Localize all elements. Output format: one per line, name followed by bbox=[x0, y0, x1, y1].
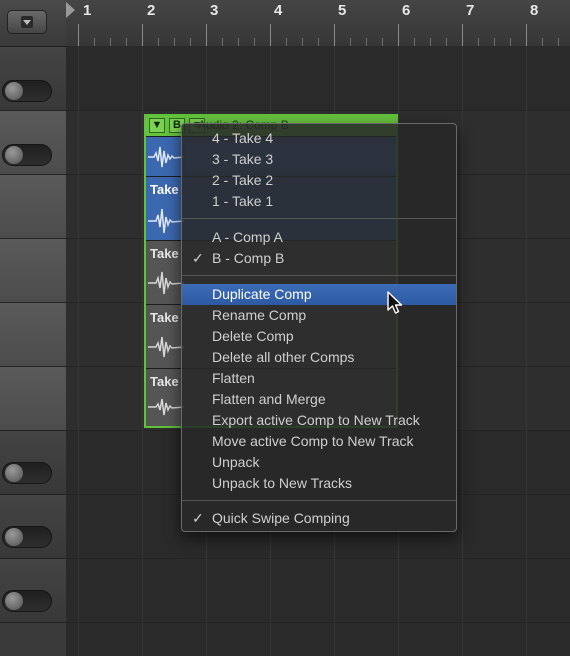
menu-item-duplicate-comp[interactable]: Duplicate Comp bbox=[182, 284, 456, 305]
bar-gridline bbox=[462, 46, 463, 656]
track-on-off-toggle[interactable] bbox=[2, 144, 52, 166]
track-on-off-toggle[interactable] bbox=[2, 590, 52, 612]
ruler-ticks bbox=[78, 24, 559, 46]
bar-gridline bbox=[526, 46, 527, 656]
take-lane-header-3 bbox=[0, 303, 66, 367]
toggle-knob bbox=[5, 592, 23, 610]
take-label: Take bbox=[150, 246, 179, 261]
menu-item-label: Delete Comp bbox=[212, 328, 294, 344]
bar-gridline bbox=[142, 46, 143, 656]
track-header-1[interactable] bbox=[0, 47, 66, 111]
menu-item-label: 4 - Take 4 bbox=[212, 130, 274, 146]
menu-item-label: B - Comp B bbox=[212, 250, 285, 266]
menu-item-unpack[interactable]: Unpack bbox=[182, 452, 456, 473]
audio-waveform bbox=[148, 208, 184, 234]
menu-item-take-1[interactable]: 1 - Take 1 bbox=[182, 191, 456, 212]
dropdown-arrow-icon bbox=[21, 16, 33, 28]
checkmark-icon: ✓ bbox=[192, 250, 204, 266]
menu-item-label: Quick Swipe Comping bbox=[212, 510, 350, 526]
take-label: Take bbox=[150, 182, 179, 197]
mouse-pointer-icon bbox=[387, 291, 403, 314]
logic-arrange-window: 1 2 3 4 5 6 7 8 ▼ B Take Take Take Take … bbox=[0, 0, 570, 656]
menu-item-take-4[interactable]: 4 - Take 4 bbox=[182, 128, 456, 149]
menu-item-label: 1 - Take 1 bbox=[212, 193, 274, 209]
menu-item-move-comp[interactable]: Move active Comp to New Track bbox=[182, 431, 456, 452]
track-on-off-toggle[interactable] bbox=[2, 526, 52, 548]
menu-item-comp-b[interactable]: ✓ B - Comp B bbox=[182, 248, 456, 269]
menu-item-label: Delete all other Comps bbox=[212, 349, 355, 365]
menu-item-comp-a[interactable]: A - Comp A bbox=[182, 227, 456, 248]
track-header-3[interactable] bbox=[0, 431, 66, 495]
take-lane-header-2 bbox=[0, 239, 66, 303]
toggle-knob bbox=[5, 528, 23, 546]
menu-item-label: Unpack bbox=[212, 454, 260, 470]
menu-separator bbox=[182, 218, 456, 219]
menu-item-take-2[interactable]: 2 - Take 2 bbox=[182, 170, 456, 191]
bar-gridline bbox=[78, 46, 79, 656]
track-header-column bbox=[0, 0, 67, 656]
track-header-5[interactable] bbox=[0, 559, 66, 623]
disclosure-triangle-icon[interactable]: ▼ bbox=[149, 118, 165, 133]
track-list-corner bbox=[0, 0, 66, 47]
menu-item-unpack-new-tracks[interactable]: Unpack to New Tracks bbox=[182, 473, 456, 494]
menu-item-quick-swipe-comping[interactable]: ✓ Quick Swipe Comping bbox=[182, 508, 456, 529]
track-header-2[interactable] bbox=[0, 111, 66, 175]
audio-waveform bbox=[148, 398, 184, 416]
take-lane-header-1 bbox=[0, 175, 66, 239]
menu-item-export-comp[interactable]: Export active Comp to New Track bbox=[182, 410, 456, 431]
menu-item-label: A - Comp A bbox=[212, 229, 283, 245]
menu-item-label: 2 - Take 2 bbox=[212, 172, 274, 188]
menu-item-take-3[interactable]: 3 - Take 3 bbox=[182, 149, 456, 170]
menu-item-label: Rename Comp bbox=[212, 307, 307, 323]
checkmark-icon: ✓ bbox=[192, 510, 204, 526]
menu-item-label: Flatten and Merge bbox=[212, 391, 326, 407]
menu-item-label: 3 - Take 3 bbox=[212, 151, 274, 167]
toggle-knob bbox=[5, 82, 23, 100]
menu-item-label: Move active Comp to New Track bbox=[212, 433, 414, 449]
menu-item-delete-other-comps[interactable]: Delete all other Comps bbox=[182, 347, 456, 368]
bar-ruler[interactable]: 1 2 3 4 5 6 7 8 bbox=[66, 0, 570, 47]
menu-item-delete-comp[interactable]: Delete Comp bbox=[182, 326, 456, 347]
track-on-off-toggle[interactable] bbox=[2, 462, 52, 484]
take-label: Take bbox=[150, 310, 179, 325]
menu-separator bbox=[182, 500, 456, 501]
take-folder-context-menu: 4 - Take 4 3 - Take 3 2 - Take 2 1 - Tak… bbox=[181, 123, 457, 532]
track-menu-button[interactable] bbox=[7, 10, 47, 34]
menu-item-rename-comp[interactable]: Rename Comp bbox=[182, 305, 456, 326]
track-header-4[interactable] bbox=[0, 495, 66, 559]
toggle-knob bbox=[5, 146, 23, 164]
menu-item-label: Flatten bbox=[212, 370, 255, 386]
menu-item-label: Export active Comp to New Track bbox=[212, 412, 420, 428]
audio-waveform bbox=[148, 336, 184, 358]
take-label: Take bbox=[150, 374, 179, 389]
toggle-knob bbox=[5, 464, 23, 482]
track-on-off-toggle[interactable] bbox=[2, 80, 52, 102]
menu-item-label: Duplicate Comp bbox=[212, 286, 312, 302]
menu-item-flatten-and-merge[interactable]: Flatten and Merge bbox=[182, 389, 456, 410]
audio-waveform bbox=[148, 271, 184, 295]
menu-item-label: Unpack to New Tracks bbox=[212, 475, 353, 491]
menu-separator bbox=[182, 275, 456, 276]
take-lane-header-4 bbox=[0, 367, 66, 431]
menu-item-flatten[interactable]: Flatten bbox=[182, 368, 456, 389]
audio-waveform bbox=[148, 146, 184, 168]
